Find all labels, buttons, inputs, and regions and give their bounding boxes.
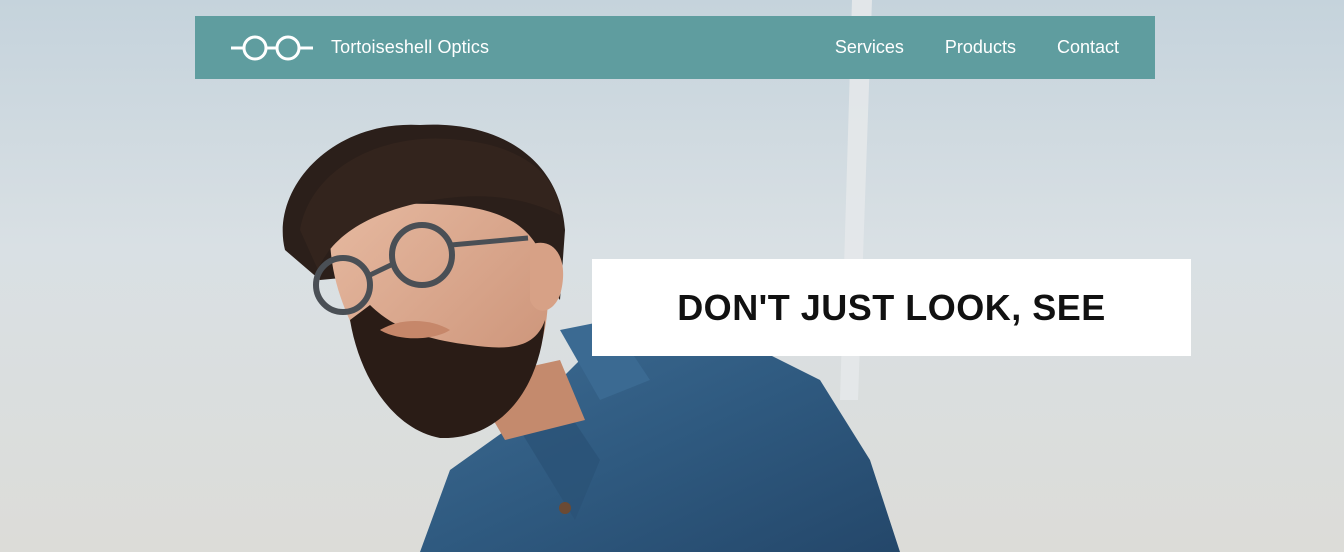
glasses-icon [231, 35, 313, 60]
nav-link-contact[interactable]: Contact [1057, 37, 1119, 58]
hero-section: Tortoiseshell Optics Services Products C… [0, 0, 1344, 552]
nav-links: Services Products Contact [794, 37, 1119, 58]
brand-name: Tortoiseshell Optics [331, 37, 490, 57]
top-navbar: Tortoiseshell Optics Services Products C… [195, 16, 1155, 79]
nav-link-products[interactable]: Products [945, 37, 1016, 58]
nav-link-services[interactable]: Services [835, 37, 904, 58]
brand-link[interactable]: Tortoiseshell Optics [231, 33, 489, 63]
headline-box: DON'T JUST LOOK, SEE [592, 259, 1191, 356]
hero-headline: DON'T JUST LOOK, SEE [677, 286, 1106, 328]
